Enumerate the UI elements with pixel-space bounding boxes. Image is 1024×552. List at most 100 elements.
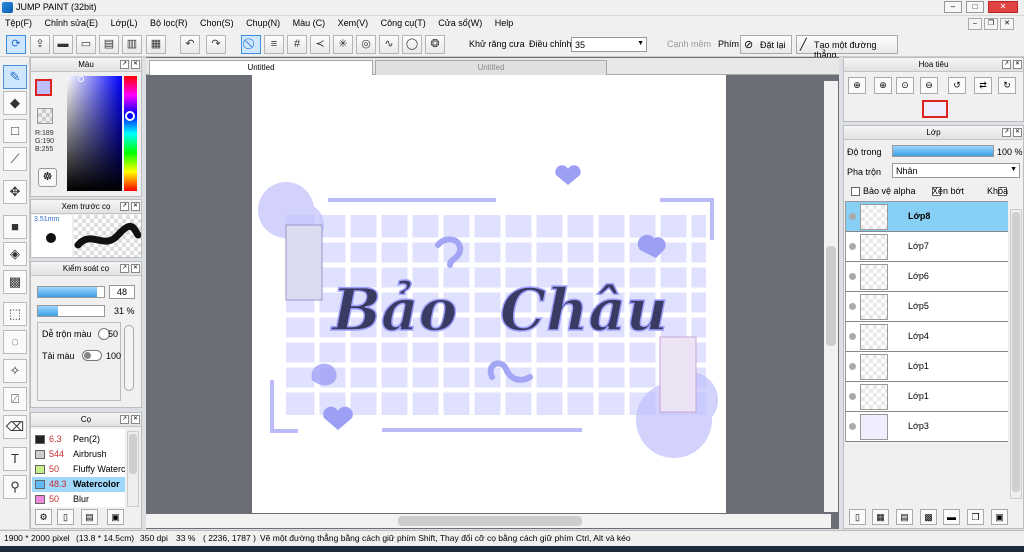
visibility-icon[interactable] <box>849 363 856 370</box>
layer-row[interactable]: Lớp1 <box>846 382 1008 412</box>
rotate-left-icon[interactable]: ↺ <box>948 77 966 94</box>
close-icon[interactable]: ✕ <box>131 60 140 69</box>
size-value[interactable]: 48 <box>109 285 135 299</box>
brush-menu-icon[interactable]: ▤ <box>81 509 98 525</box>
brush-item[interactable]: 6.3 Pen(2) <box>32 432 125 447</box>
menu-help[interactable]: Help <box>490 16 519 28</box>
visibility-icon[interactable] <box>849 213 856 220</box>
layer-row[interactable]: Lớp5 <box>846 292 1008 322</box>
menu-tools[interactable]: Công cụ(T) <box>376 16 431 28</box>
message-icon[interactable]: ▭ <box>76 35 96 54</box>
new-halftone-layer-icon[interactable]: ▦ <box>872 509 889 525</box>
select-pen-icon[interactable]: ⍁ <box>3 387 27 411</box>
maximize-button[interactable]: □ <box>966 1 984 13</box>
menu-capture[interactable]: Chụp(N) <box>241 16 285 28</box>
straight-line-button[interactable]: ╱ Tạo một đường thẳng <box>796 35 898 60</box>
new-layer-icon[interactable]: ▯ <box>849 509 866 525</box>
mdi-restore-button[interactable]: ❐ <box>984 18 998 30</box>
layer-mask-icon[interactable]: ▩ <box>920 509 937 525</box>
minimize-button[interactable]: – <box>944 1 962 13</box>
popout-icon[interactable]: ↗ <box>120 202 129 211</box>
protect-alpha-checkbox[interactable] <box>851 187 860 197</box>
fill-tool-icon[interactable]: ◈ <box>3 242 27 266</box>
zoom-actual-icon[interactable]: ⊙ <box>896 77 914 94</box>
comment-icon[interactable]: ▬ <box>53 35 73 54</box>
layer-scrollbar[interactable] <box>1010 209 1022 499</box>
saturation-value-picker[interactable] <box>67 76 122 191</box>
move-tool-icon[interactable]: ✥ <box>3 180 27 204</box>
vertical-scroll-thumb[interactable] <box>826 246 836 346</box>
layer-opacity-slider[interactable] <box>892 145 994 157</box>
menu-color[interactable]: Màu (C) <box>288 16 331 28</box>
layer-row[interactable]: Lớp8 <box>846 202 1008 232</box>
shape-tool-icon[interactable]: □ <box>3 119 27 143</box>
zoom-in-icon[interactable]: ⊕ <box>874 77 892 94</box>
horizontal-scroll-thumb[interactable] <box>398 516 582 526</box>
perspective-ruler-icon[interactable]: ≺ <box>310 35 330 54</box>
grid-tools-icon[interactable]: ▦ <box>146 35 166 54</box>
close-icon[interactable]: ✕ <box>131 202 140 211</box>
brush-item[interactable]: 544 Airbrush <box>32 447 125 462</box>
picker-cursor[interactable] <box>78 76 84 82</box>
options-scrollbar[interactable] <box>124 325 134 391</box>
flip-icon[interactable]: ⇄ <box>974 77 992 94</box>
menu-edit[interactable]: Chỉnh sửa(E) <box>40 16 104 28</box>
grid-ruler-icon[interactable]: # <box>287 35 307 54</box>
close-icon[interactable]: ✕ <box>1013 60 1022 69</box>
zoom-out-icon[interactable]: ⊖ <box>920 77 938 94</box>
foreground-color-swatch[interactable] <box>35 79 52 96</box>
line-tool-icon[interactable]: ⟋ <box>3 147 27 171</box>
radial-ruler-icon[interactable]: ✳ <box>333 35 353 54</box>
gradient-tool-icon[interactable]: ▩ <box>3 270 27 294</box>
layer-row[interactable]: Lớp1 <box>846 352 1008 382</box>
popout-icon[interactable]: ↗ <box>1002 60 1011 69</box>
redo-icon[interactable]: ↷ <box>206 35 226 54</box>
size-slider[interactable] <box>37 286 105 298</box>
brush-settings-icon[interactable]: ⚙ <box>35 509 52 525</box>
popout-icon[interactable]: ↗ <box>120 415 129 424</box>
rotate-right-icon[interactable]: ↻ <box>998 77 1016 94</box>
file-icon[interactable]: ▥ <box>122 35 142 54</box>
brush-item[interactable]: 50 Fluffy Watercolor <box>32 462 125 477</box>
brush-item-selected[interactable]: 48.3 Watercolor <box>32 477 125 492</box>
magic-wand-icon[interactable]: ✧ <box>3 359 27 383</box>
rect-select-icon[interactable]: ⬚ <box>3 302 27 326</box>
close-icon[interactable]: ✕ <box>131 415 140 424</box>
visibility-icon[interactable] <box>849 423 856 430</box>
settings-icon[interactable]: ⟳ <box>6 35 26 54</box>
ellipse-ruler-icon[interactable]: ◯ <box>402 35 422 54</box>
brush-delete-icon[interactable]: ▣ <box>107 509 124 525</box>
ruler-off-icon[interactable]: ⃠ <box>241 35 261 54</box>
page-icon[interactable]: ▤ <box>99 35 119 54</box>
opacity-slider[interactable] <box>37 305 105 317</box>
horizontal-scrollbar[interactable] <box>146 514 831 528</box>
symmetry-ruler-icon[interactable]: ❂ <box>425 35 445 54</box>
menu-filter[interactable]: Bộ lọc(R) <box>145 16 193 28</box>
rectangle-tool-icon[interactable]: ■ <box>3 215 27 239</box>
hue-cursor[interactable] <box>125 111 135 121</box>
visibility-icon[interactable] <box>849 303 856 310</box>
drawing-canvas[interactable]: Bảo Châu <box>252 75 726 513</box>
mdi-minimize-button[interactable]: – <box>968 18 982 30</box>
transparent-color-swatch[interactable] <box>37 108 53 124</box>
menu-select[interactable]: Chọn(S) <box>195 16 239 28</box>
brush-new-icon[interactable]: ▯ <box>57 509 74 525</box>
eyedropper-tool-icon[interactable]: ⚲ <box>3 475 27 499</box>
copy-layer-icon[interactable]: ❐ <box>967 509 984 525</box>
layer-blend-dropdown[interactable]: Nhân ▼ <box>892 163 1020 178</box>
layer-row[interactable]: Lớp6 <box>846 262 1008 292</box>
concentric-ruler-icon[interactable]: ◎ <box>356 35 376 54</box>
popout-icon[interactable]: ↗ <box>120 60 129 69</box>
close-icon[interactable]: ✕ <box>131 264 140 273</box>
lasso-select-icon[interactable]: ◌ <box>3 330 27 354</box>
text-tool-icon[interactable]: T <box>3 447 27 471</box>
adjust-dropdown[interactable]: 35 ▼ <box>571 37 647 52</box>
visibility-icon[interactable] <box>849 393 856 400</box>
parallel-ruler-icon[interactable]: ≡ <box>264 35 284 54</box>
select-eraser-icon[interactable]: ⌫ <box>3 415 27 439</box>
navigator-thumbnail[interactable] <box>922 100 948 118</box>
reset-button[interactable]: ⊘ Đặt lại <box>740 35 792 54</box>
popout-icon[interactable]: ↗ <box>1002 128 1011 137</box>
eraser-tool-icon[interactable]: ◆ <box>3 91 27 115</box>
new-color-layer-icon[interactable]: ▤ <box>896 509 913 525</box>
